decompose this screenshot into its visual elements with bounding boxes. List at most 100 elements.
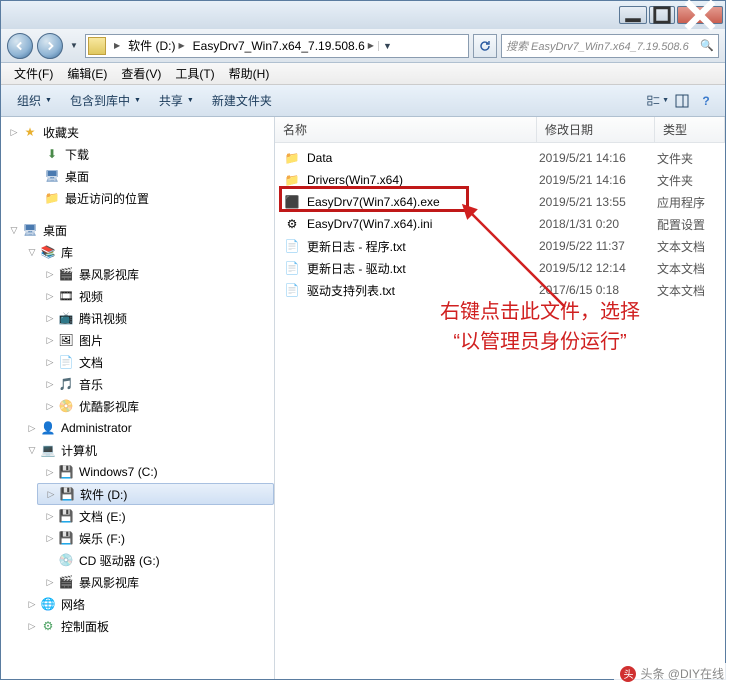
search-input[interactable]: 搜索 EasyDrv7_Win7.x64_7.19.508.6 🔍 [501, 34, 719, 58]
file-type: 应用程序 [657, 194, 705, 211]
breadcrumb-root[interactable]: ▶ [110, 41, 124, 50]
tree-baofeng2[interactable]: ▷🎬暴风影视库 [37, 571, 274, 593]
file-icon: 📄 [283, 282, 301, 298]
nav-tree: ▷★收藏夹 ⬇下载 🖥桌面 📁最近访问的位置 ▽🖥桌面 ▽📚库 ▷🎬暴风影视库 … [1, 117, 275, 679]
tool-newfolder[interactable]: 新建文件夹 [204, 88, 280, 113]
tree-recent[interactable]: 📁最近访问的位置 [23, 187, 274, 209]
view-options-icon[interactable]: ▼ [647, 90, 669, 112]
file-date: 2017/6/15 0:18 [539, 283, 657, 297]
file-pane: 名称 修改日期 类型 📁 Data 2019/5/21 14:16文件夹 📁 Drive… [275, 117, 725, 679]
menu-view[interactable]: 查看(V) [114, 63, 168, 84]
tree-controlpanel[interactable]: ▷⚙控制面板 [19, 615, 274, 637]
file-row[interactable]: ⬛ EasyDrv7(Win7.x64).exe 2019/5/21 13:55应用… [275, 191, 725, 213]
search-icon: 🔍 [700, 39, 714, 52]
nav-history-dropdown[interactable]: ▼ [67, 41, 81, 50]
address-bar[interactable]: ▶ 软件 (D:)▶ EasyDrv7_Win7.x64_7.19.508.6▶… [85, 34, 469, 58]
maximize-button[interactable] [649, 6, 675, 24]
file-name: 驱动支持列表.txt [307, 282, 395, 299]
refresh-button[interactable] [473, 34, 497, 58]
tool-share[interactable]: 共享▼ [151, 88, 202, 113]
tree-pictures[interactable]: ▷🖼图片 [37, 329, 274, 351]
tool-include[interactable]: 包含到库中▼ [62, 88, 149, 113]
tree-admin[interactable]: ▷👤Administrator [19, 417, 274, 439]
col-date[interactable]: 修改日期 [537, 117, 655, 142]
file-name: 更新日志 - 程序.txt [307, 238, 406, 255]
toolbar: 组织▼ 包含到库中▼ 共享▼ 新建文件夹 ▼ ? [1, 85, 725, 117]
titlebar [1, 1, 725, 29]
file-date: 2019/5/22 11:37 [539, 239, 657, 253]
file-type: 配置设置 [657, 216, 705, 233]
file-icon: 📄 [283, 238, 301, 254]
tree-music[interactable]: ▷🎵音乐 [37, 373, 274, 395]
file-type: 文本文档 [657, 260, 705, 277]
navbar: ▼ ▶ 软件 (D:)▶ EasyDrv7_Win7.x64_7.19.508.… [1, 29, 725, 63]
search-placeholder: 搜索 EasyDrv7_Win7.x64_7.19.508.6 [506, 38, 689, 54]
tree-cd-drive[interactable]: 💿CD 驱动器 (G:) [37, 549, 274, 571]
tree-libraries[interactable]: ▽📚库 [19, 241, 274, 263]
tree-drive-c[interactable]: ▷💾Windows7 (C:) [37, 461, 274, 483]
tree-network[interactable]: ▷🌐网络 [19, 593, 274, 615]
file-date: 2019/5/21 14:16 [539, 151, 657, 165]
tree-baofeng[interactable]: ▷🎬暴风影视库 [37, 263, 274, 285]
file-type: 文件夹 [657, 150, 693, 167]
help-icon[interactable]: ? [695, 90, 717, 112]
file-name: EasyDrv7(Win7.x64).ini [307, 217, 432, 231]
file-list: 📁 Data 2019/5/21 14:16文件夹 📁 Drivers(Win7.x64… [275, 143, 725, 305]
file-name: Data [307, 151, 332, 165]
breadcrumb-folder[interactable]: EasyDrv7_Win7.x64_7.19.508.6▶ [189, 39, 378, 53]
tree-tencent[interactable]: ▷📺腾讯视频 [37, 307, 274, 329]
col-type[interactable]: 类型 [655, 117, 725, 142]
forward-button[interactable] [37, 33, 63, 59]
file-type: 文本文档 [657, 238, 705, 255]
file-row[interactable]: ⚙ EasyDrv7(Win7.x64).ini 2018/1/31 0:20配置设… [275, 213, 725, 235]
watermark: 头 头条 @DIY在线 [614, 663, 730, 684]
file-icon: 📁 [283, 172, 301, 188]
address-dropdown[interactable]: ▼ [378, 41, 396, 51]
close-button[interactable] [677, 6, 723, 24]
tree-favorites[interactable]: ▷★收藏夹 [1, 121, 274, 143]
file-icon: ⬛ [283, 194, 301, 210]
tree-drive-d[interactable]: ▷💾软件 (D:) [37, 483, 274, 505]
file-icon: ⚙ [283, 216, 301, 232]
file-type: 文本文档 [657, 282, 705, 299]
file-row[interactable]: 📄 更新日志 - 驱动.txt 2019/5/12 12:14文本文档 [275, 257, 725, 279]
file-icon: 📄 [283, 260, 301, 276]
watermark-icon: 头 [620, 666, 636, 682]
preview-pane-icon[interactable] [671, 90, 693, 112]
tree-computer[interactable]: ▽💻计算机 [19, 439, 274, 461]
menu-help[interactable]: 帮助(H) [222, 63, 277, 84]
tree-drive-e[interactable]: ▷💾文档 (E:) [37, 505, 274, 527]
file-date: 2018/1/31 0:20 [539, 217, 657, 231]
menu-tools[interactable]: 工具(T) [168, 63, 221, 84]
file-name: EasyDrv7(Win7.x64).exe [307, 195, 440, 209]
file-icon: 📁 [283, 150, 301, 166]
file-row[interactable]: 📁 Drivers(Win7.x64) 2019/5/21 14:16文件夹 [275, 169, 725, 191]
tool-organize[interactable]: 组织▼ [9, 88, 60, 113]
file-name: 更新日志 - 驱动.txt [307, 260, 406, 277]
tree-desktop-fav[interactable]: 🖥桌面 [23, 165, 274, 187]
menubar: 文件(F) 编辑(E) 查看(V) 工具(T) 帮助(H) [1, 63, 725, 85]
folder-icon [88, 37, 106, 55]
tree-youku[interactable]: ▷📀优酷影视库 [37, 395, 274, 417]
file-type: 文件夹 [657, 172, 693, 189]
tree-video[interactable]: ▷🎞视频 [37, 285, 274, 307]
file-row[interactable]: 📄 更新日志 - 程序.txt 2019/5/22 11:37文本文档 [275, 235, 725, 257]
minimize-button[interactable] [619, 6, 647, 24]
column-header: 名称 修改日期 类型 [275, 117, 725, 143]
tree-drive-f[interactable]: ▷💾娱乐 (F:) [37, 527, 274, 549]
col-name[interactable]: 名称 [275, 117, 537, 142]
annotation-text: 右键点击此文件，选择 “以管理员身份运行” [405, 297, 675, 357]
file-date: 2019/5/12 12:14 [539, 261, 657, 275]
file-name: Drivers(Win7.x64) [307, 173, 403, 187]
breadcrumb-drive[interactable]: 软件 (D:)▶ [124, 37, 188, 54]
file-row[interactable]: 📁 Data 2019/5/21 14:16文件夹 [275, 147, 725, 169]
tree-documents[interactable]: ▷📄文档 [37, 351, 274, 373]
menu-file[interactable]: 文件(F) [7, 63, 60, 84]
menu-edit[interactable]: 编辑(E) [60, 63, 114, 84]
file-date: 2019/5/21 13:55 [539, 195, 657, 209]
back-button[interactable] [7, 33, 33, 59]
file-date: 2019/5/21 14:16 [539, 173, 657, 187]
tree-desktop[interactable]: ▽🖥桌面 [1, 219, 274, 241]
explorer-window: ▼ ▶ 软件 (D:)▶ EasyDrv7_Win7.x64_7.19.508.… [0, 0, 726, 680]
tree-downloads[interactable]: ⬇下载 [23, 143, 274, 165]
